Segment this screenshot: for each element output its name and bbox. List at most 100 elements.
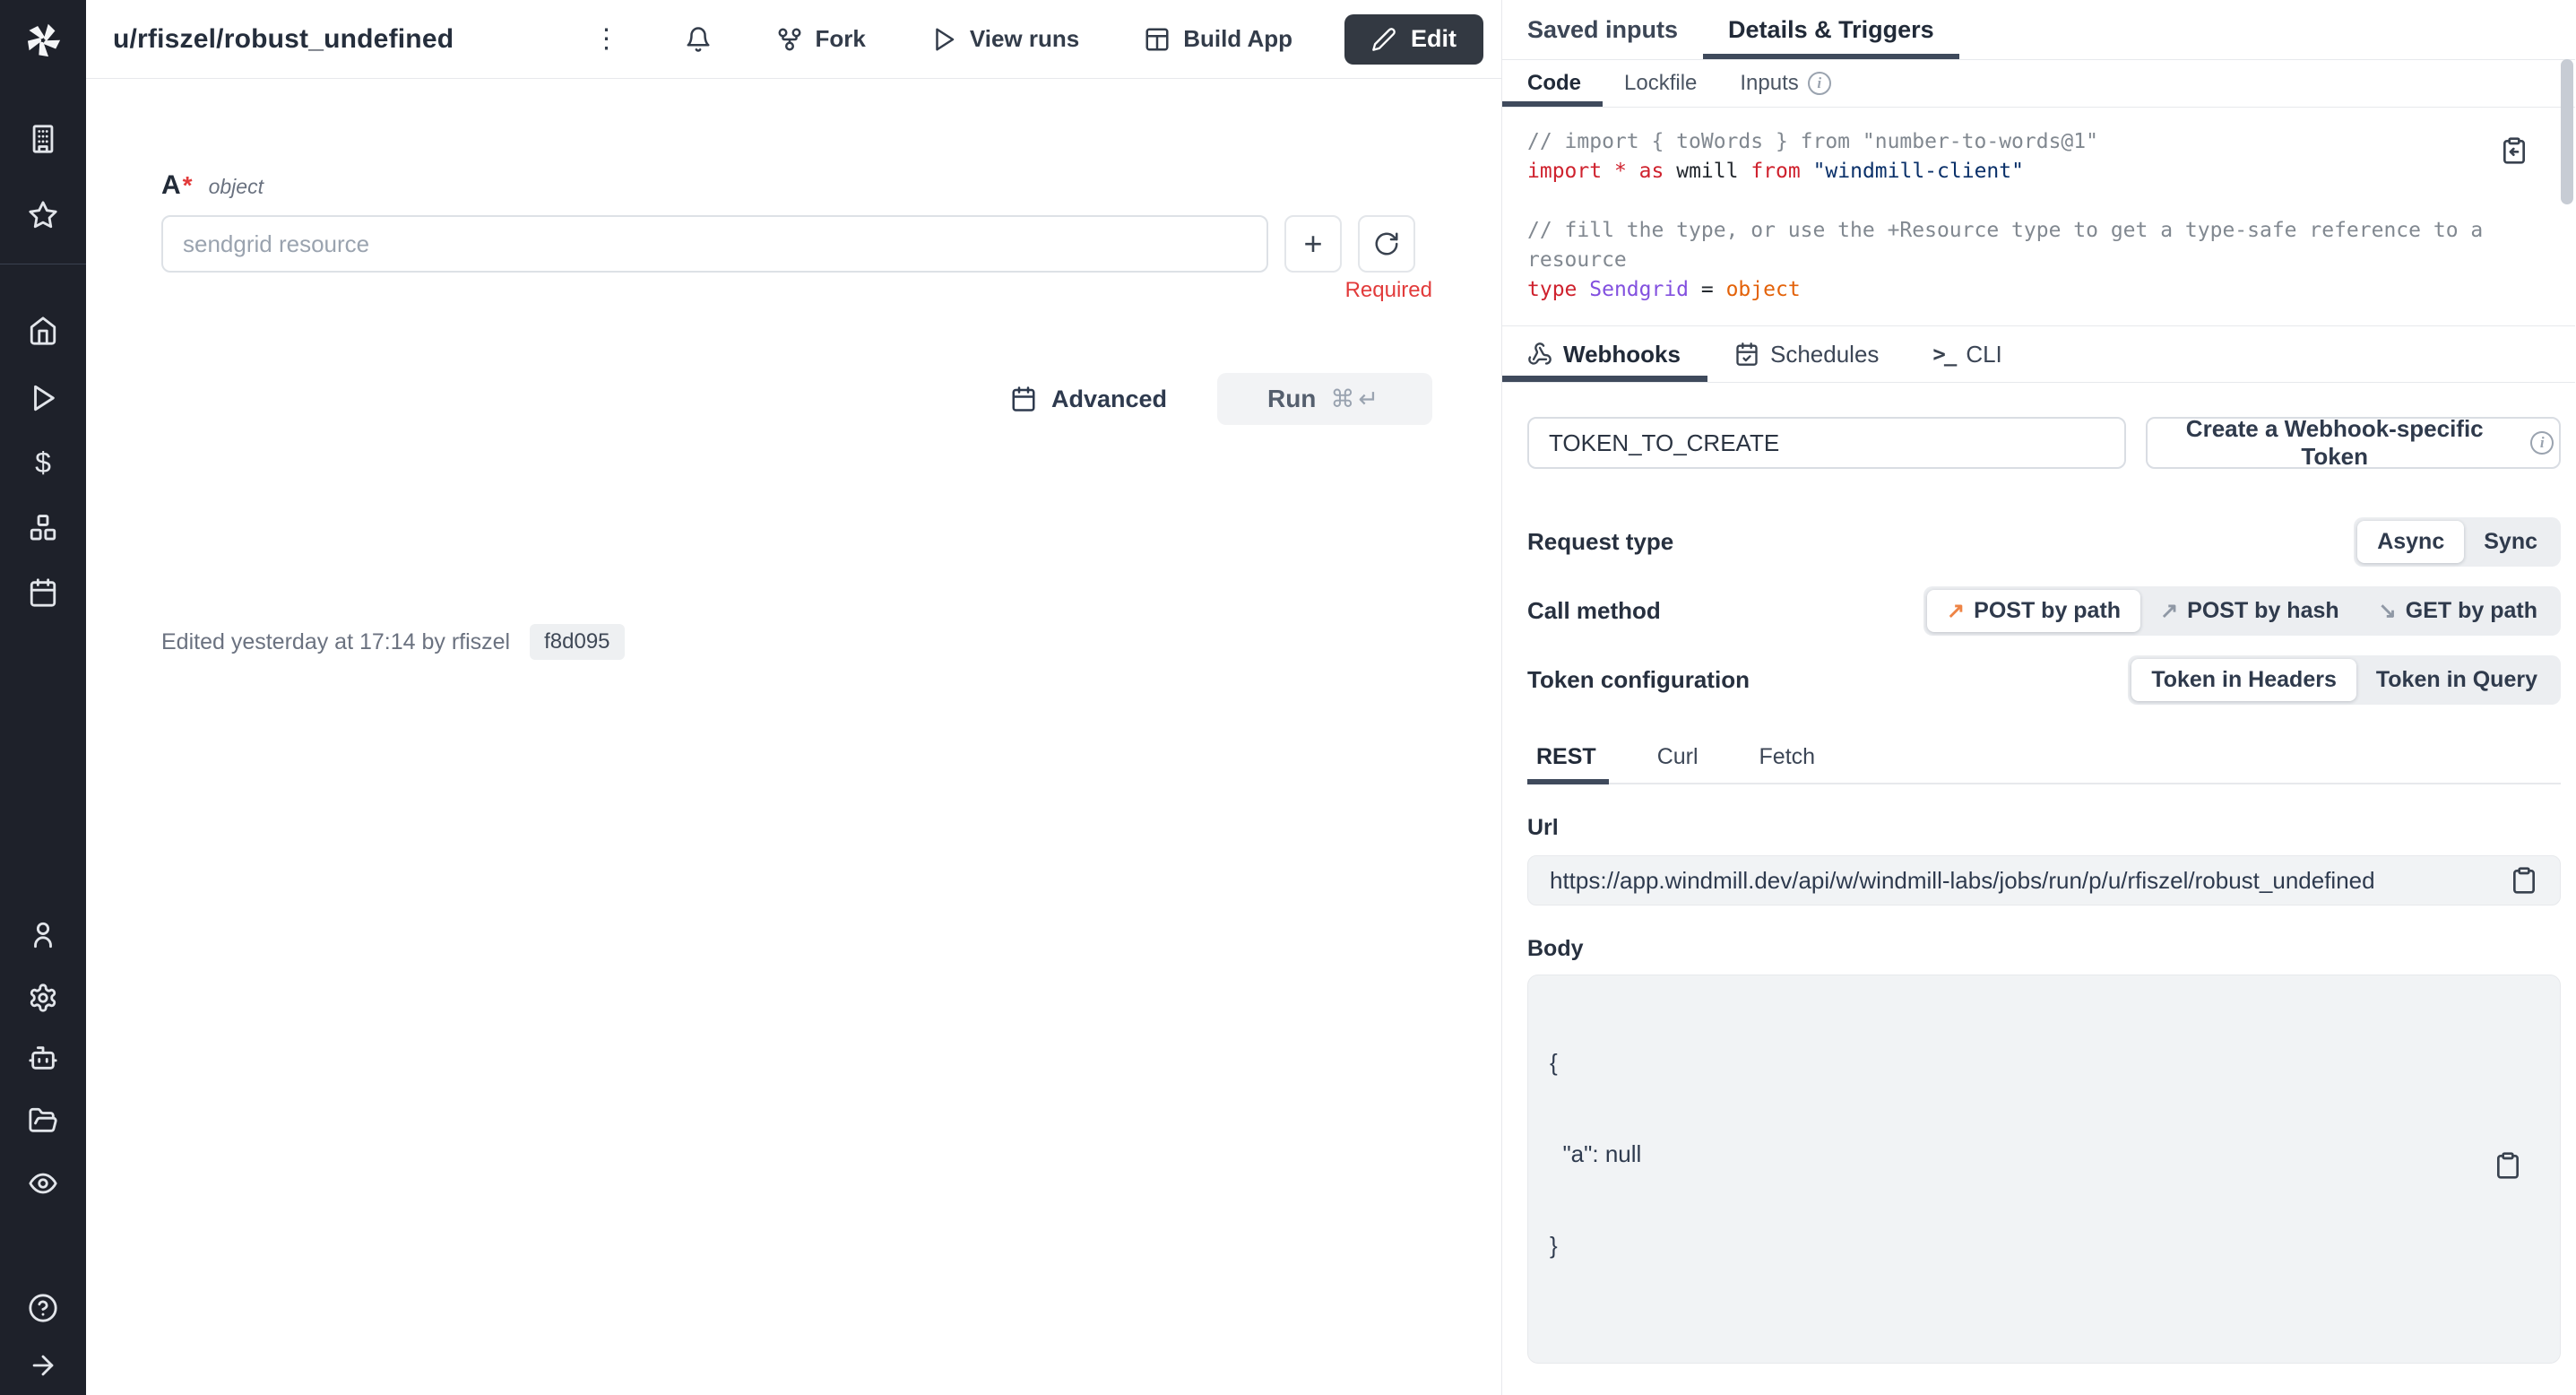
option-sync[interactable]: Sync [2464,521,2557,563]
settings-gear-icon[interactable] [28,983,58,1013]
tab-cli[interactable]: >_ CLI [1906,326,2028,382]
resources-cubes-icon[interactable] [28,513,58,543]
build-app-button[interactable]: Build App [1144,25,1292,53]
info-icon: i [1808,72,1831,95]
panel-scrollbar[interactable] [2561,59,2573,204]
body-label: Body [1527,936,2561,962]
grid-icon [1144,26,1171,53]
arrow-down-right-icon: ↘ [2379,598,2397,624]
webhook-url-value: https://app.windmill.dev/api/w/windmill-… [1550,867,2375,895]
calendar-check-icon [1734,342,1759,367]
topbar-actions: ⋮ Fork View runs Build App [593,14,1502,65]
topbar: u/rfiszel/robust_undefined ⋮ Fork View r… [86,0,1501,79]
tab-details-triggers[interactable]: Details & Triggers [1703,0,1959,59]
argument-input-row: + [161,215,1432,273]
fork-icon [776,26,803,53]
runs-play-icon[interactable] [28,383,58,413]
run-actions-row: Advanced Run ⌘↵ [161,373,1432,425]
run-button[interactable]: Run ⌘↵ [1217,373,1432,425]
panel-tab-bar: Saved inputs Details & Triggers [1502,0,2575,60]
argument-type: object [209,175,264,199]
token-input[interactable] [1527,417,2126,469]
tab-schedules[interactable]: Schedules [1707,326,1906,382]
arrow-up-right-icon: ↗ [1947,598,1965,624]
required-message: Required [161,278,1432,303]
info-icon: i [2530,431,2554,455]
workers-robot-icon[interactable] [28,1043,58,1073]
favorites-star-icon[interactable] [28,200,58,230]
code-editor[interactable]: // import { toWords } from "number-to-wo… [1502,108,2575,326]
tab-saved-inputs[interactable]: Saved inputs [1502,0,1703,59]
version-hash-badge: f8d095 [530,624,624,660]
help-icon[interactable] [28,1293,58,1323]
option-post-by-path[interactable]: ↗ POST by path [1927,590,2140,632]
option-get-by-path[interactable]: ↘ GET by path [2359,590,2557,632]
page-title: u/rfiszel/robust_undefined [113,24,454,55]
subtab-code[interactable]: Code [1502,60,1603,107]
users-person-icon[interactable] [28,920,58,950]
workspace-building-icon[interactable] [28,124,58,154]
token-configuration-label: Token configuration [1527,666,1750,694]
copy-body-button[interactable] [2429,1121,2522,1217]
clipboard-icon [2510,866,2538,895]
trigger-tab-bar: Webhooks Schedules >_ CLI [1502,326,2575,383]
option-post-by-hash[interactable]: ↗ POST by hash [2140,590,2359,632]
refresh-button[interactable] [1358,215,1415,273]
snippet-tab-bar: REST Curl Fetch [1527,744,2561,784]
argument-label-row: A * object [161,170,1432,201]
fork-button[interactable]: Fork [776,25,866,53]
request-type-row: Request type Async Sync [1527,517,2561,567]
home-icon[interactable] [28,316,58,346]
view-runs-button[interactable]: View runs [930,25,1079,53]
argument-input[interactable] [161,215,1268,273]
copy-code-button[interactable] [2500,136,2528,169]
edit-button[interactable]: Edit [1344,14,1483,65]
main-column: u/rfiszel/robust_undefined ⋮ Fork View r… [86,0,1502,1395]
option-token-in-query[interactable]: Token in Query [2356,659,2557,701]
play-icon [930,26,957,53]
tab-curl[interactable]: Curl [1645,744,1711,783]
schedules-calendar-icon[interactable] [28,577,58,608]
expand-sidebar-arrow-icon[interactable] [28,1350,58,1381]
request-type-label: Request type [1527,528,1673,556]
windmill-logo-icon[interactable] [0,0,86,79]
call-method-row: Call method ↗ POST by path ↗ POST by has… [1527,586,2561,636]
arrow-up-right-icon: ↗ [2160,598,2178,624]
webhooks-section: Create a Webhook-specific Token i Reques… [1502,383,2575,1395]
details-panel: Saved inputs Details & Triggers Code Loc… [1502,0,2575,1395]
folders-icon[interactable] [28,1105,58,1136]
call-method-label: Call method [1527,597,1661,625]
run-form: A * object + Required Advanced [86,79,1432,660]
edited-info-row: Edited yesterday at 17:14 by rfiszel f8d… [161,624,1432,660]
required-asterisk: * [183,171,193,200]
refresh-icon [1373,230,1400,257]
call-method-toggle: ↗ POST by path ↗ POST by hash ↘ GET by p… [1923,586,2561,636]
token-row: Create a Webhook-specific Token i [1527,417,2561,469]
body-json-box: { "a": null } [1527,975,2561,1364]
option-token-in-headers[interactable]: Token in Headers [2131,659,2356,701]
variables-dollar-icon[interactable]: $ [28,447,58,478]
notifications-bell-icon[interactable] [685,26,712,53]
tab-fetch[interactable]: Fetch [1747,744,1828,783]
option-async[interactable]: Async [2357,521,2464,563]
panel-subtab-bar: Code Lockfile Inputs i [1502,60,2575,108]
plus-icon: + [1303,228,1322,260]
add-property-button[interactable]: + [1284,215,1342,273]
token-configuration-row: Token configuration Token in Headers Tok… [1527,655,2561,705]
tab-rest[interactable]: REST [1527,744,1609,783]
code-content: // import { toWords } from "number-to-wo… [1527,127,2477,305]
edited-text: Edited yesterday at 17:14 by rfiszel [161,629,510,655]
advanced-button[interactable]: Advanced [1010,386,1167,413]
kebab-menu-icon[interactable]: ⋮ [593,26,620,53]
webhook-url-field: https://app.windmill.dev/api/w/windmill-… [1527,855,2561,905]
app-window: $ u/rfiszel/ro [0,0,2576,1395]
calendar-icon [1010,386,1037,412]
audit-logs-eye-icon[interactable] [28,1168,58,1199]
create-webhook-token-button[interactable]: Create a Webhook-specific Token i [2146,417,2561,469]
subtab-lockfile[interactable]: Lockfile [1603,60,1718,107]
tab-webhooks[interactable]: Webhooks [1502,326,1707,382]
sidebar: $ [0,0,86,1395]
pencil-icon [1371,27,1396,52]
copy-url-button[interactable] [2510,866,2538,895]
subtab-inputs[interactable]: Inputs i [1718,60,1852,107]
